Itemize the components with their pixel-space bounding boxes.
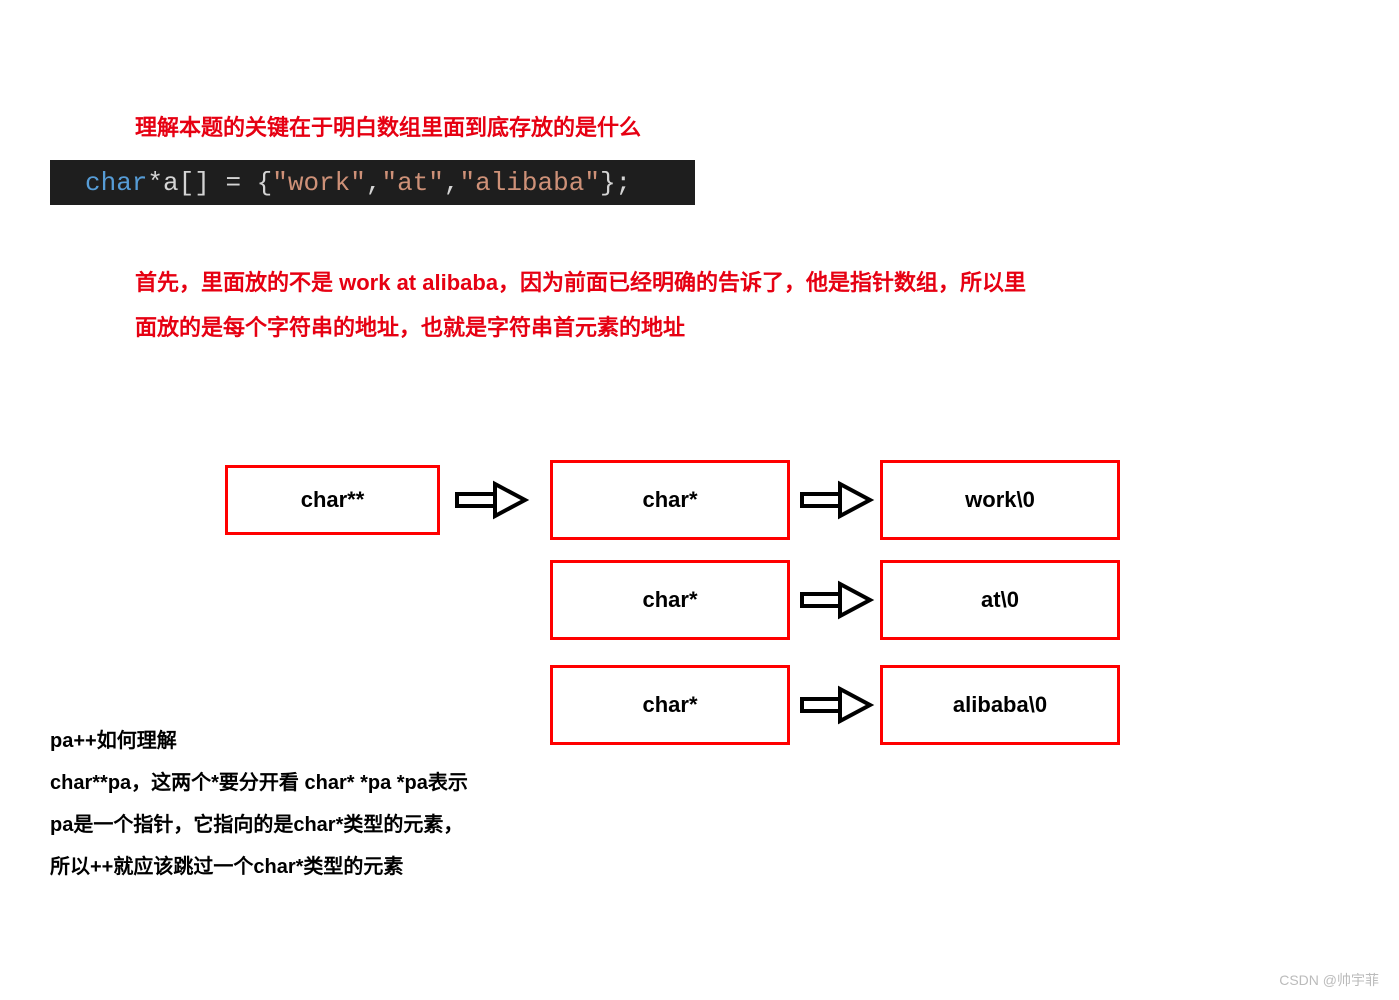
arrow-icon [455, 480, 530, 520]
code-str3: "alibaba" [460, 168, 600, 198]
explain-line1: pa++如何理解 [50, 720, 470, 762]
paragraph: 首先，里面放的不是 work at alibaba，因为前面已经明确的告诉了，他… [135, 260, 1035, 350]
box-charp-1: char* [550, 460, 790, 540]
box-charp-3: char* [550, 665, 790, 745]
code-c2: , [444, 168, 460, 198]
heading: 理解本题的关键在于明白数组里面到底存放的是什么 [135, 110, 641, 142]
code-keyword: char [85, 168, 147, 198]
code-var: a[] = { [163, 168, 272, 198]
box-charpp: char** [225, 465, 440, 535]
code-end: }; [600, 168, 631, 198]
explain-line2: char**pa，这两个*要分开看 char* *pa *pa表示pa是一个指针… [50, 762, 470, 888]
arrow-icon [800, 480, 875, 520]
arrow-icon [800, 685, 875, 725]
box-charp-2: char* [550, 560, 790, 640]
watermark: CSDN @帅宇菲 [1279, 970, 1379, 990]
box-value-3: alibaba\0 [880, 665, 1120, 745]
code-str1: "work" [272, 168, 366, 198]
code-block: char* a[] = { "work","at","alibaba" }; [50, 160, 695, 205]
box-value-2: at\0 [880, 560, 1120, 640]
explanation: pa++如何理解 char**pa，这两个*要分开看 char* *pa *pa… [50, 720, 470, 888]
code-str2: "at" [381, 168, 443, 198]
arrow-icon [800, 580, 875, 620]
code-c1: , [366, 168, 382, 198]
box-value-1: work\0 [880, 460, 1120, 540]
code-star: * [147, 168, 163, 198]
